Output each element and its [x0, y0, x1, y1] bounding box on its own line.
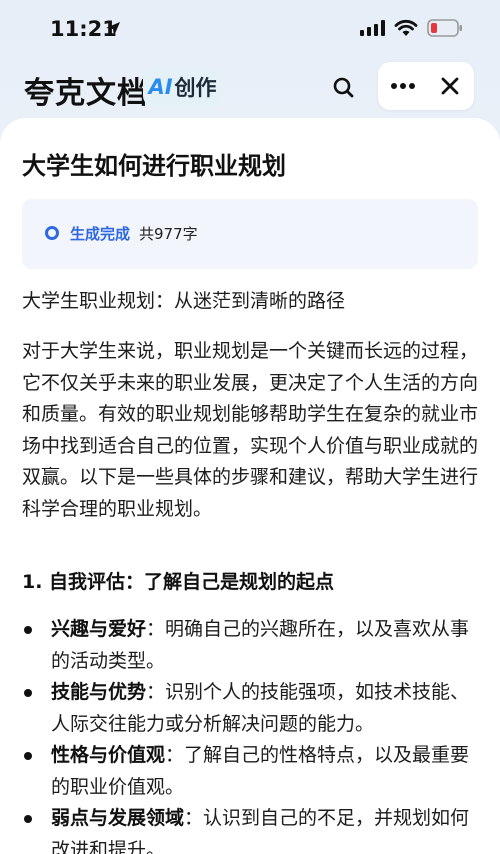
app-title: 夸克文档 — [24, 76, 148, 111]
list-item: 兴趣与爱好：明确自己的兴趣所在，以及喜欢从事的活动类型。 — [22, 614, 482, 677]
generation-status: 生成完成 — [70, 225, 131, 243]
cellular-signal-icon — [360, 20, 385, 36]
status-bar: 11:21 — [0, 0, 500, 58]
bullet-term: 弱点与发展领域 — [51, 807, 185, 829]
close-button[interactable] — [434, 70, 466, 102]
ai-badge-text: 创作 — [174, 75, 217, 100]
bullet-list: 兴趣与爱好：明确自己的兴趣所在，以及喜欢从事的活动类型。 技能与优势：识别个人的… — [22, 614, 482, 854]
status-circle-icon — [45, 226, 59, 240]
word-count: 共977字 — [139, 225, 198, 243]
document-title: 大学生如何进行职业规划 — [22, 152, 286, 180]
app-header: 夸克文档 AI 创作 — [0, 58, 500, 116]
intro-paragraph: 对于大学生来说，职业规划是一个关键而长远的过程，它不仅关乎未来的职业发展，更决定… — [22, 340, 479, 520]
battery-low-icon — [427, 19, 462, 37]
list-item: 技能与优势：识别个人的技能强项，如技术技能、人际交往能力或分析解决问题的能力。 — [22, 677, 482, 740]
more-icon — [391, 83, 415, 89]
document-card: 大学生如何进行职业规划 生成完成 共977字 大学生职业规划：从迷茫到清晰的路径… — [0, 118, 500, 854]
bullet-term: 技能与优势 — [51, 681, 147, 703]
location-arrow-icon — [106, 22, 120, 36]
list-item: 性格与价值观：了解自己的性格特点，以及最重要的职业价值观。 — [22, 740, 482, 803]
close-icon — [441, 77, 459, 95]
section-heading: 1. 自我评估：了解自己是规划的起点 — [22, 571, 335, 593]
generation-status-box: 生成完成 共977字 — [22, 199, 478, 269]
bullet-term: 性格与价值观 — [51, 744, 166, 766]
wifi-icon — [394, 19, 418, 36]
document-subtitle: 大学生职业规划：从迷茫到清晰的路径 — [22, 290, 346, 312]
search-button[interactable] — [330, 74, 358, 102]
ai-badge-ai: AI — [148, 74, 173, 99]
bullet-term: 兴趣与爱好 — [51, 618, 147, 640]
list-item: 弱点与发展领域：认识到自己的不足，并规划如何改进和提升。 — [22, 803, 482, 854]
header-actions — [378, 62, 474, 110]
more-button[interactable] — [386, 70, 420, 102]
search-icon — [333, 77, 354, 98]
ai-creation-badge[interactable]: AI 创作 — [143, 67, 222, 106]
